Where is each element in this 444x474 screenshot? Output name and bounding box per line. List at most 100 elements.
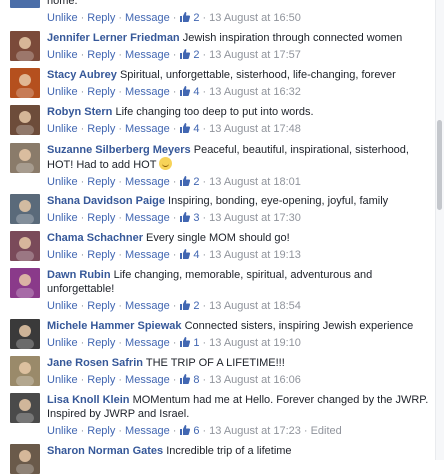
avatar[interactable] [10, 194, 40, 224]
commenter-name[interactable]: Lisa Knoll Klein [47, 394, 130, 406]
comment-actions: Unlike · Reply · Message · 3 · 13 August at 17:3… [47, 211, 430, 227]
reply-link[interactable]: Reply [87, 49, 115, 61]
comment-actions: Unlike · Reply · Message · 8 · 13 August at 16:0… [47, 373, 430, 389]
unlike-link[interactable]: Unlike [47, 425, 78, 437]
unlike-link[interactable]: Unlike [47, 12, 78, 24]
unlike-link[interactable]: Unlike [47, 300, 78, 312]
comment-actions: Unlike · Reply · Message · 4 · 13 August at 17:4… [47, 122, 430, 138]
reply-link[interactable]: Reply [87, 123, 115, 135]
unlike-link[interactable]: Unlike [47, 212, 78, 224]
reply-link[interactable]: Reply [87, 425, 115, 437]
thumbs-up-icon [179, 211, 191, 227]
commenter-name[interactable]: Chama Schachner [47, 232, 143, 244]
message-link[interactable]: Message [125, 123, 170, 135]
unlike-link[interactable]: Unlike [47, 86, 78, 98]
timestamp[interactable]: 13 August at 17:48 [209, 123, 301, 135]
commenter-name[interactable]: Michele Hammer Spiewak [47, 320, 182, 332]
scrollbar[interactable] [435, 0, 444, 460]
commenter-name[interactable]: Jennifer Lerner Friedman [47, 32, 180, 44]
commenter-name[interactable]: Sharon Norman Gates [47, 445, 163, 457]
comment-text: home. [47, 0, 78, 7]
message-link[interactable]: Message [125, 49, 170, 61]
message-link[interactable]: Message [125, 374, 170, 386]
avatar[interactable] [10, 68, 40, 98]
reply-link[interactable]: Reply [87, 374, 115, 386]
message-link[interactable]: Message [125, 425, 170, 437]
scrollbar-thumb[interactable] [437, 120, 442, 210]
like-count[interactable]: 4 [179, 86, 199, 98]
timestamp[interactable]: 13 August at 19:10 [209, 337, 301, 349]
like-count[interactable]: 8 [179, 374, 199, 386]
thumbs-up-icon [179, 373, 191, 389]
message-link[interactable]: Message [125, 300, 170, 312]
comment-actions: Unlike · Reply · Message · 2 · 13 August at 18:5… [47, 299, 430, 315]
timestamp[interactable]: 13 August at 16:50 [209, 12, 301, 24]
message-link[interactable]: Message [125, 212, 170, 224]
comment-actions: Unlike · Reply · Message · 6 · 13 August at 17:2… [47, 424, 430, 440]
thumbs-up-icon [179, 122, 191, 138]
avatar[interactable] [10, 0, 40, 8]
reply-link[interactable]: Reply [87, 300, 115, 312]
avatar[interactable] [10, 444, 40, 474]
thumbs-up-icon [179, 48, 191, 64]
reply-link[interactable]: Reply [87, 12, 115, 24]
edited-label[interactable]: Edited [311, 425, 342, 437]
unlike-link[interactable]: Unlike [47, 249, 78, 261]
unlike-link[interactable]: Unlike [47, 123, 78, 135]
like-count[interactable]: 4 [179, 249, 199, 261]
avatar[interactable] [10, 231, 40, 261]
comment-text: Life changing too deep to put into words… [115, 106, 314, 118]
thumbs-up-icon [179, 175, 191, 191]
reply-link[interactable]: Reply [87, 176, 115, 188]
thumbs-up-icon [179, 85, 191, 101]
message-link[interactable]: Message [125, 337, 170, 349]
like-count[interactable]: 3 [179, 212, 199, 224]
timestamp[interactable]: 13 August at 16:32 [209, 86, 301, 98]
timestamp[interactable]: 13 August at 18:01 [209, 176, 301, 188]
message-link[interactable]: Message [125, 176, 170, 188]
reply-link[interactable]: Reply [87, 86, 115, 98]
message-link[interactable]: Message [125, 86, 170, 98]
timestamp[interactable]: 13 August at 19:13 [209, 249, 301, 261]
like-count[interactable]: 2 [179, 49, 199, 61]
commenter-name[interactable]: Dawn Rubin [47, 269, 111, 281]
like-count[interactable]: 1 [179, 337, 199, 349]
comment-actions: Unlike · Reply · Message · 2 · 13 August at 17:5… [47, 48, 430, 64]
commenter-name[interactable]: Shana Davidson Paige [47, 195, 165, 207]
avatar[interactable] [10, 143, 40, 173]
unlike-link[interactable]: Unlike [47, 374, 78, 386]
avatar[interactable] [10, 319, 40, 349]
timestamp[interactable]: 13 August at 17:30 [209, 212, 301, 224]
avatar[interactable] [10, 268, 40, 298]
like-count[interactable]: 2 [179, 12, 199, 24]
commenter-name[interactable]: Robyn Stern [47, 106, 112, 118]
comment-text: Every single MOM should go! [146, 232, 290, 244]
like-count[interactable]: 4 [179, 123, 199, 135]
commenter-name[interactable]: Jane Rosen Safrin [47, 357, 143, 369]
unlike-link[interactable]: Unlike [47, 49, 78, 61]
message-link[interactable]: Message [125, 12, 170, 24]
comment-text: Incredible trip of a lifetime [166, 445, 292, 457]
thumbs-up-icon [179, 11, 191, 27]
avatar[interactable] [10, 105, 40, 135]
timestamp[interactable]: 13 August at 16:06 [209, 374, 301, 386]
reply-link[interactable]: Reply [87, 249, 115, 261]
reply-link[interactable]: Reply [87, 212, 115, 224]
timestamp[interactable]: 13 August at 18:54 [209, 300, 301, 312]
comment-actions: Unlike · Reply · Message · 2 · 13 August at 18:0… [47, 175, 430, 191]
like-count[interactable]: 2 [179, 176, 199, 188]
thumbs-up-icon [179, 248, 191, 264]
reply-link[interactable]: Reply [87, 337, 115, 349]
commenter-name[interactable]: Suzanne Silberberg Meyers [47, 144, 191, 156]
avatar[interactable] [10, 356, 40, 386]
unlike-link[interactable]: Unlike [47, 337, 78, 349]
avatar[interactable] [10, 31, 40, 61]
avatar[interactable] [10, 393, 40, 423]
commenter-name[interactable]: Stacy Aubrey [47, 69, 117, 81]
like-count[interactable]: 6 [179, 425, 199, 437]
message-link[interactable]: Message [125, 249, 170, 261]
unlike-link[interactable]: Unlike [47, 176, 78, 188]
like-count[interactable]: 2 [179, 300, 199, 312]
timestamp[interactable]: 13 August at 17:57 [209, 49, 301, 61]
timestamp[interactable]: 13 August at 17:23 [209, 425, 301, 437]
